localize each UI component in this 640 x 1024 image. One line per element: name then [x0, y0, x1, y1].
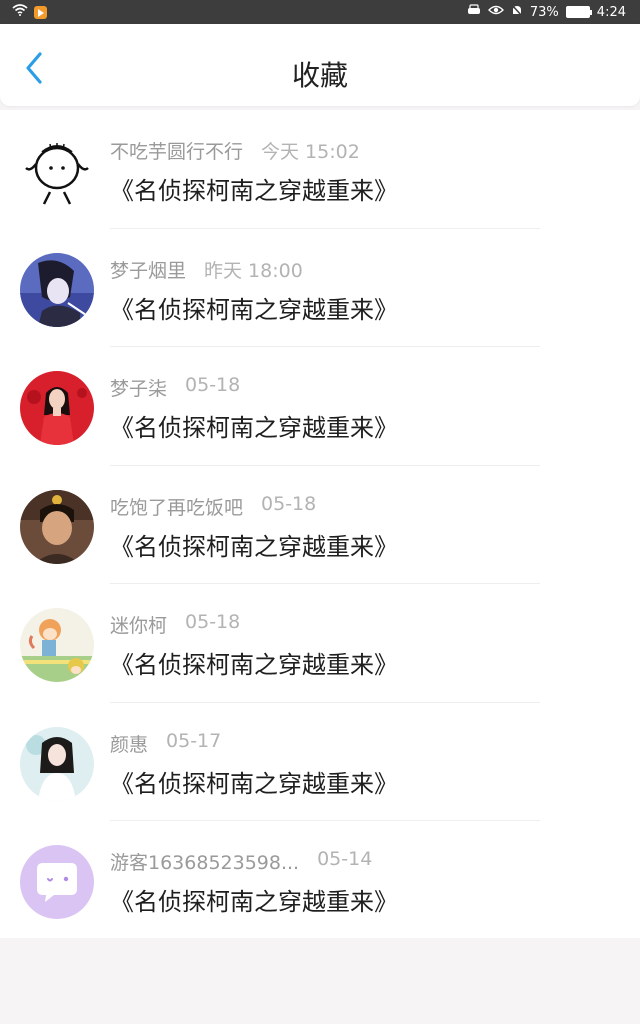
timestamp: 05-14: [317, 848, 373, 870]
battery-percent: 73%: [529, 4, 559, 20]
default-chat-avatar: [20, 845, 94, 919]
empty-background: [0, 938, 640, 1024]
username: 游客16368523598...: [110, 852, 300, 874]
username: 颜惠: [110, 733, 149, 756]
red-dress-avatar: [20, 371, 94, 445]
timestamp: 昨天 18:00: [204, 259, 303, 282]
book-title: 《名侦探柯南之穿越重来》: [110, 651, 398, 679]
page-title: 收藏: [291, 59, 348, 92]
cartoon-avatar: [20, 608, 94, 682]
favorite-item[interactable]: 梦子柒 05-18 《名侦探柯南之穿越重来》: [0, 347, 640, 466]
timestamp: 05-17: [166, 729, 222, 752]
white-dress-avatar: [20, 726, 94, 801]
book-title: 《名侦探柯南之穿越重来》: [110, 888, 398, 916]
battery-icon: [565, 6, 592, 18]
username: 不吃芋圆行不行: [110, 141, 244, 163]
book-title: 《名侦探柯南之穿越重来》: [110, 532, 398, 561]
clock: 4:24: [596, 4, 626, 20]
header: 收藏: [0, 24, 640, 106]
car-icon: [467, 4, 481, 20]
favorite-item[interactable]: 游客16368523598... 05-14 《名侦探柯南之穿越重来》: [0, 821, 640, 940]
favorite-item[interactable]: 不吃芋圆行不行 今天 15:02 《名侦探柯南之穿越重来》: [0, 110, 640, 229]
timestamp: 今天 15:02: [261, 141, 360, 163]
anime-avatar: [20, 252, 94, 327]
mute-bell-icon: [511, 3, 523, 21]
book-title: 《名侦探柯南之穿越重来》: [110, 769, 398, 798]
doodle-avatar: [20, 134, 94, 208]
book-title: 《名侦探柯南之穿越重来》: [110, 177, 398, 205]
timestamp: 05-18: [185, 611, 241, 633]
favorite-item[interactable]: 梦子烟里 昨天 18:00 《名侦探柯南之穿越重来》: [0, 229, 640, 347]
book-title: 《名侦探柯南之穿越重来》: [110, 295, 398, 324]
favorite-item[interactable]: 吃饱了再吃饭吧 05-18 《名侦探柯南之穿越重来》: [0, 466, 640, 584]
favorites-list: 不吃芋圆行不行 今天 15:02 《名侦探柯南之穿越重来》 梦子烟里 昨天 18…: [0, 110, 640, 938]
eye-icon: [487, 4, 504, 20]
timestamp: 05-18: [185, 374, 241, 396]
status-bar: 73% 4:24: [0, 0, 640, 24]
username: 梦子柒: [110, 378, 168, 400]
portrait-avatar: [20, 489, 94, 564]
favorite-item[interactable]: 颜惠 05-17 《名侦探柯南之穿越重来》: [0, 703, 640, 821]
wifi-icon: [12, 4, 28, 20]
favorite-item[interactable]: 迷你柯 05-18 《名侦探柯南之穿越重来》: [0, 584, 640, 703]
username: 吃饱了再吃饭吧: [110, 496, 244, 519]
username: 梦子烟里: [110, 259, 187, 282]
book-title: 《名侦探柯南之穿越重来》: [110, 414, 398, 442]
app-notification-icon: [34, 5, 47, 19]
timestamp: 05-18: [261, 492, 317, 515]
username: 迷你柯: [110, 615, 168, 637]
